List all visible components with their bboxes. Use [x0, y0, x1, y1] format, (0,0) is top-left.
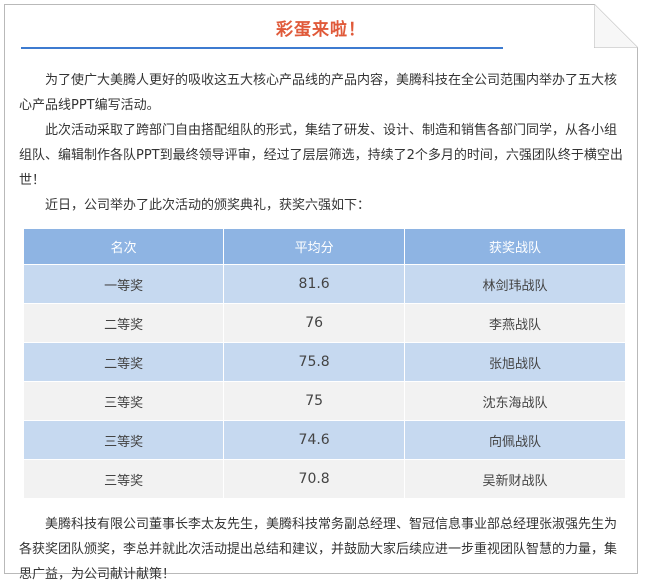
score-cell: 74.6: [223, 420, 406, 460]
closing-paragraph: 美腾科技有限公司董事长李太友先生，美腾科技常务副总经理、智冠信息事业部总经理张淑…: [19, 517, 618, 582]
intro-paragraph: 为了使广大美腾人更好的吸收这五大核心产品线的产品内容，美腾科技在全公司范围内举办…: [19, 73, 618, 113]
header-score: 平均分: [223, 229, 406, 265]
team-cell: 向佩战队: [404, 420, 625, 460]
team-cell: 林剑玮战队: [404, 264, 625, 304]
team-cell: 沈东海战队: [404, 381, 625, 421]
team-cell: 吴新财战队: [404, 459, 625, 498]
header-team: 获奖战队: [404, 229, 625, 265]
article-card: 彩蛋来啦！ 为了使广大美腾人更好的吸收这五大核心产品线的产品内容，美腾科技在全公…: [4, 4, 638, 582]
article-title: 彩蛋来啦！: [276, 20, 366, 40]
rank-cell: 二等奖: [24, 303, 225, 343]
table-row: 三等奖 75 沈东海战队: [24, 381, 625, 421]
table-row: 三等奖 70.8 吴新财战队: [24, 459, 625, 498]
rank-cell: 二等奖: [24, 342, 225, 382]
team-cell: 张旭战队: [404, 342, 625, 382]
rank-cell: 三等奖: [24, 420, 225, 460]
score-cell: 75.8: [223, 342, 406, 382]
header-rank: 名次: [24, 229, 225, 265]
score-cell: 75: [223, 381, 406, 421]
table-row: 一等奖 81.6 林剑玮战队: [24, 264, 625, 304]
rank-cell: 三等奖: [24, 459, 225, 498]
rank-cell: 一等奖: [24, 264, 225, 304]
activity-paragraph: 此次活动采取了跨部门自由搭配组队的形式，集结了研发、设计、制造和销售各部门同学，…: [19, 123, 623, 188]
rank-cell: 三等奖: [24, 381, 225, 421]
title-underline: [21, 47, 503, 49]
table-row: 二等奖 76 李燕战队: [24, 303, 625, 343]
table-header-row: 名次 平均分 获奖战队: [24, 229, 625, 265]
score-cell: 76: [223, 303, 406, 343]
award-table: 名次 平均分 获奖战队 一等奖 81.6 林剑玮战队 二等奖 76 李燕战队 二…: [24, 229, 625, 498]
ceremony-paragraph: 近日，公司举办了此次活动的颁奖典礼，获奖六强如下：: [45, 198, 371, 213]
table-row: 三等奖 74.6 向佩战队: [24, 420, 625, 460]
score-cell: 70.8: [223, 459, 406, 498]
score-cell: 81.6: [223, 264, 406, 304]
team-cell: 李燕战队: [404, 303, 625, 343]
table-row: 二等奖 75.8 张旭战队: [24, 342, 625, 382]
